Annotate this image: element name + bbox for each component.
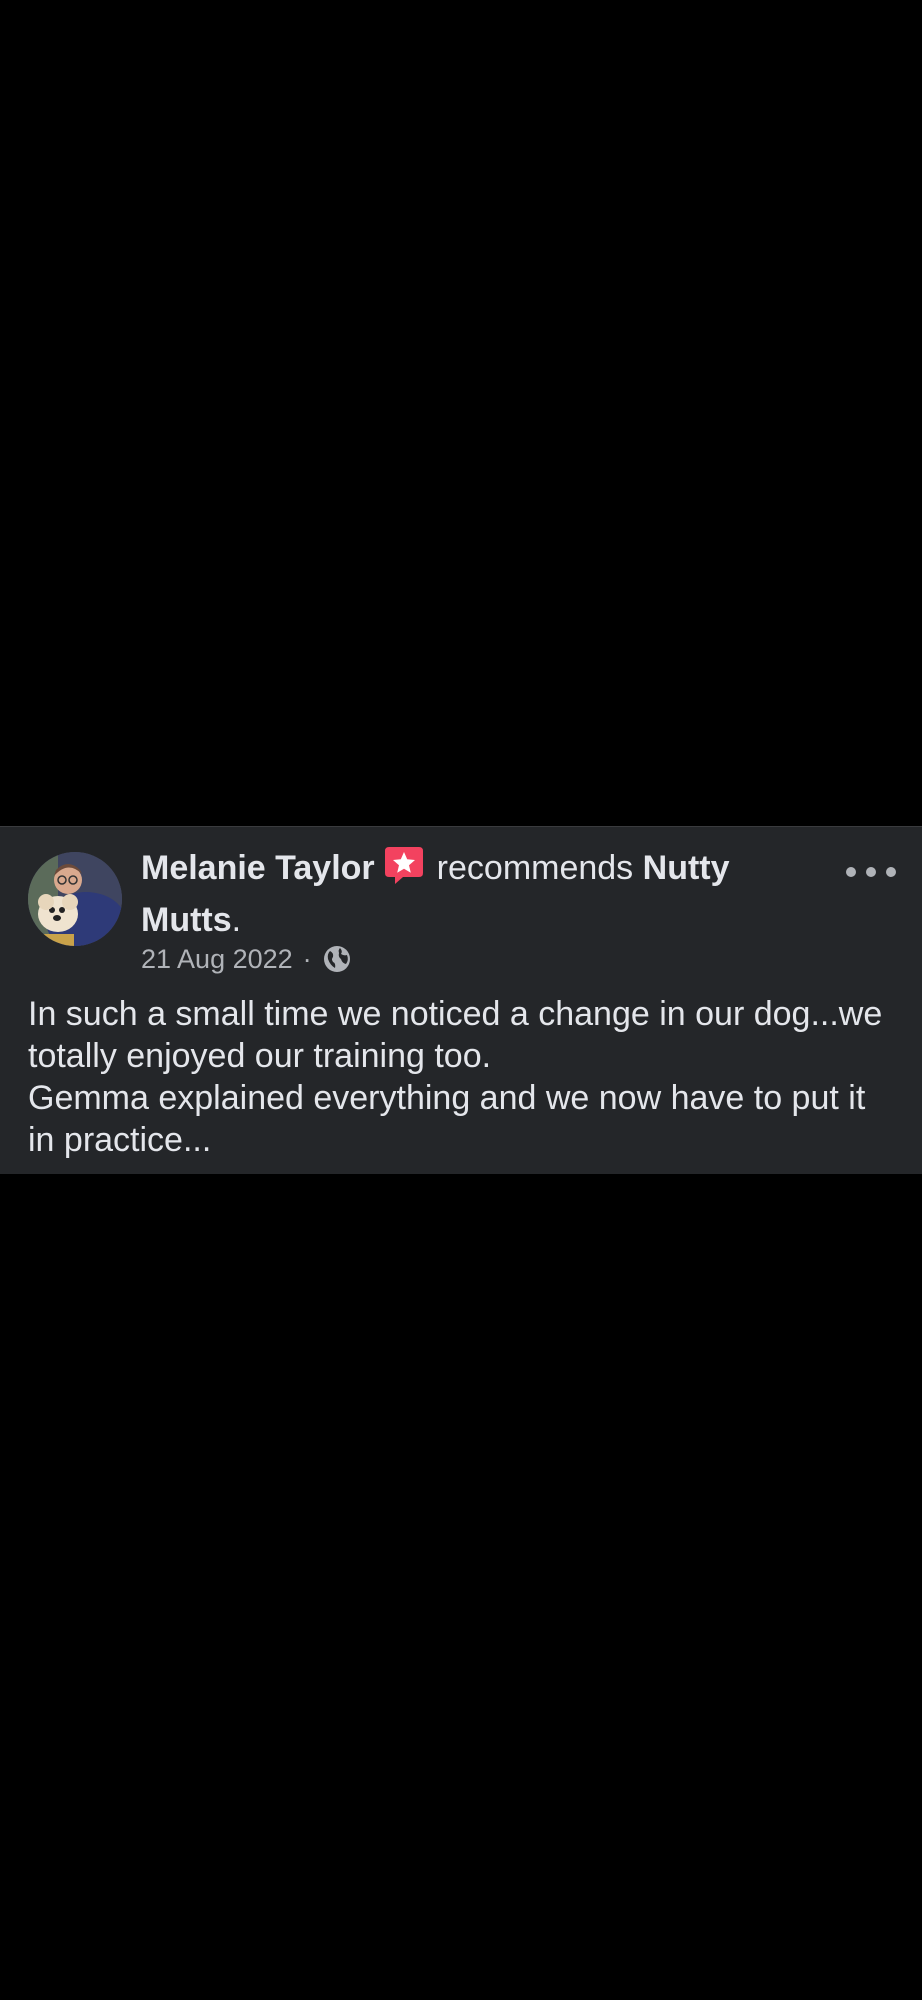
globe-icon[interactable] <box>322 944 352 974</box>
post-date[interactable]: 21 Aug 2022 <box>141 944 293 975</box>
post-header: Melanie Taylor recommends Nutty Mutts. <box>141 845 781 943</box>
more-options-icon[interactable] <box>846 857 896 887</box>
post-body-line: In such a small time we noticed a change… <box>28 995 883 1075</box>
post-body-line: Gemma explained everything and we now ha… <box>28 1079 866 1159</box>
recommendation-post-card: Melanie Taylor recommends Nutty Mutts. 2… <box>0 826 922 1174</box>
author-avatar[interactable] <box>28 852 122 946</box>
meta-separator: · <box>302 943 312 974</box>
header-period: . <box>231 901 242 939</box>
post-body: In such a small time we noticed a change… <box>28 993 898 1161</box>
recommendation-star-icon <box>383 845 425 897</box>
post-meta: 21 Aug 2022 · <box>141 941 352 977</box>
author-name[interactable]: Melanie Taylor <box>141 849 375 887</box>
action-text: recommends <box>436 849 634 887</box>
